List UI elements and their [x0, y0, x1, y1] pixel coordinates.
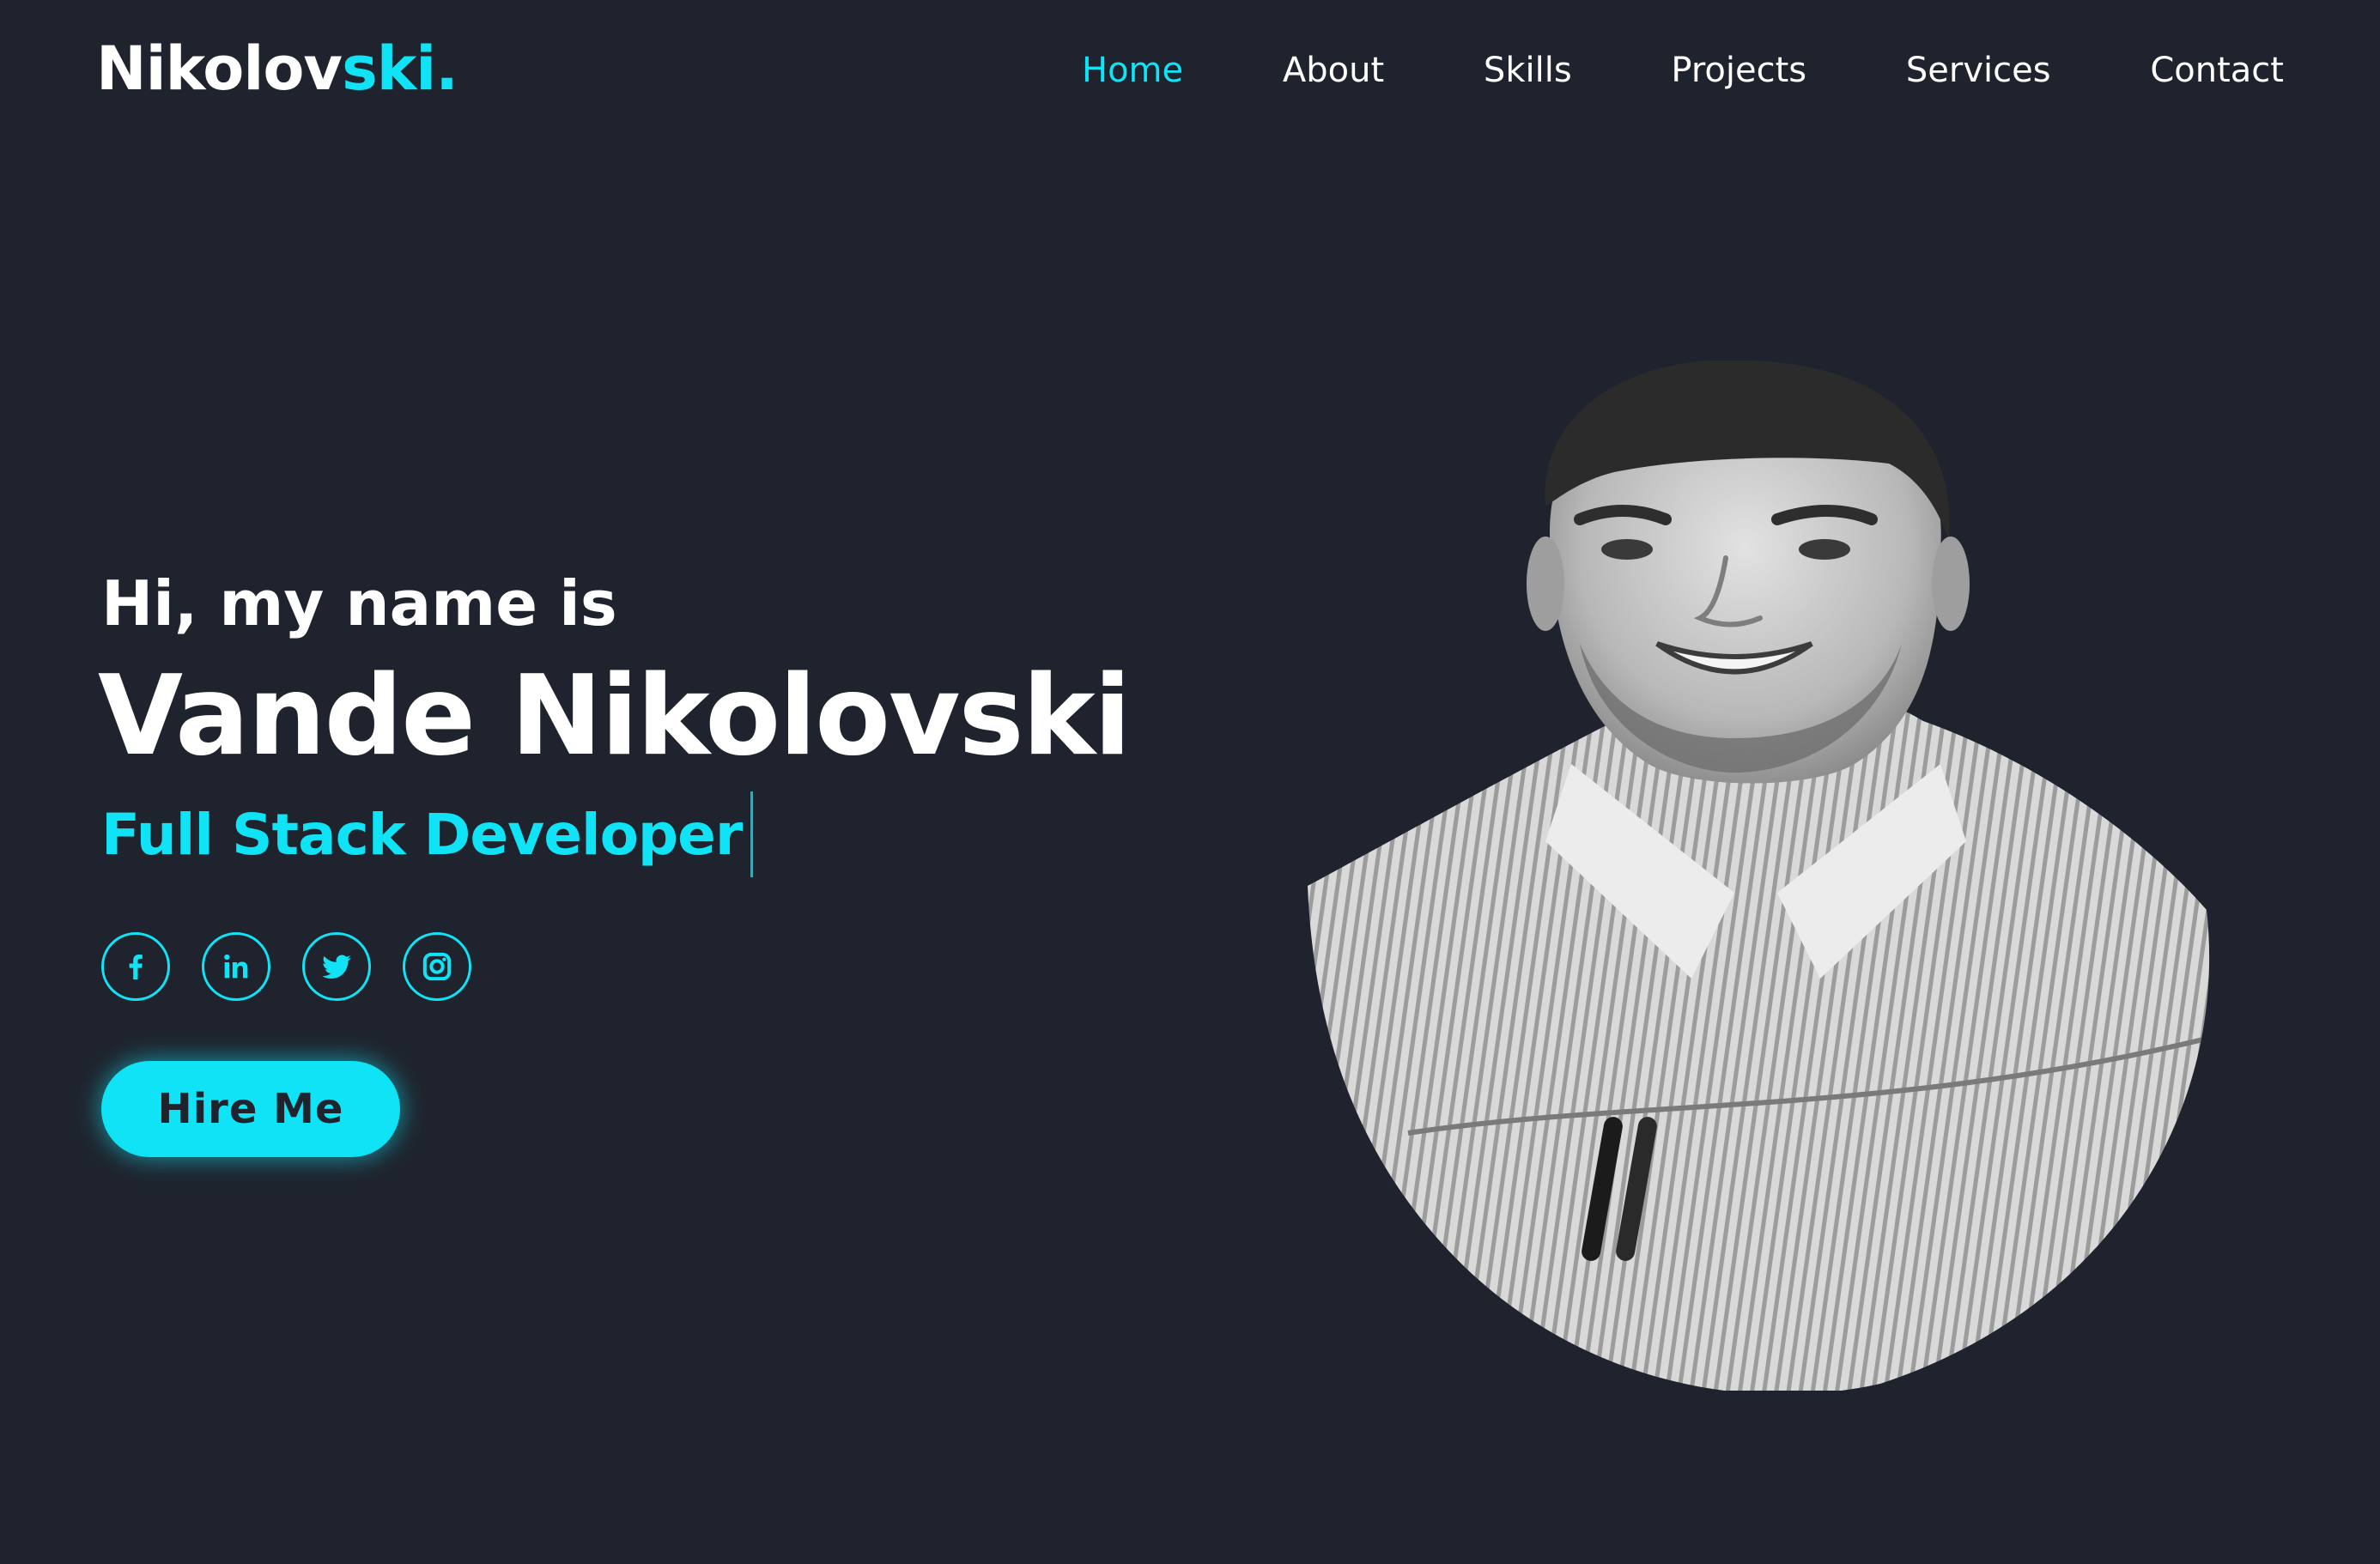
nav-item-skills[interactable]: Skills	[1484, 51, 1572, 90]
instagram-icon	[422, 952, 452, 981]
hero-greeting: Hi, my name is	[101, 567, 617, 640]
hero-role: Full Stack Developer	[101, 791, 754, 877]
linkedin-icon	[224, 954, 248, 979]
twitter-link[interactable]	[302, 932, 371, 1001]
facebook-link[interactable]	[101, 932, 170, 1001]
main-nav: Home About Skills Projects Services Cont…	[1082, 43, 2284, 98]
twitter-icon	[322, 955, 351, 979]
linkedin-link[interactable]	[202, 932, 270, 1001]
site-logo[interactable]: Nikolovski.	[96, 33, 458, 105]
nav-item-contact[interactable]: Contact	[2150, 51, 2284, 90]
nav-item-services[interactable]: Services	[1906, 51, 2051, 90]
logo-accent-text: ski.	[342, 33, 458, 104]
hero-name: Vande Nikolovski	[98, 652, 1132, 780]
nav-item-home[interactable]: Home	[1082, 51, 1183, 90]
profile-photo	[1308, 361, 2210, 1391]
nav-item-about[interactable]: About	[1283, 51, 1384, 90]
social-links	[101, 932, 471, 1001]
logo-main-text: Nikolov	[96, 33, 343, 104]
hero-role-text: Full Stack Developer	[101, 801, 743, 868]
nav-item-projects[interactable]: Projects	[1671, 51, 1806, 90]
typing-cursor	[750, 791, 754, 877]
instagram-link[interactable]	[403, 932, 471, 1001]
facebook-icon	[129, 955, 143, 979]
hire-me-button[interactable]: Hire Me	[101, 1061, 400, 1157]
